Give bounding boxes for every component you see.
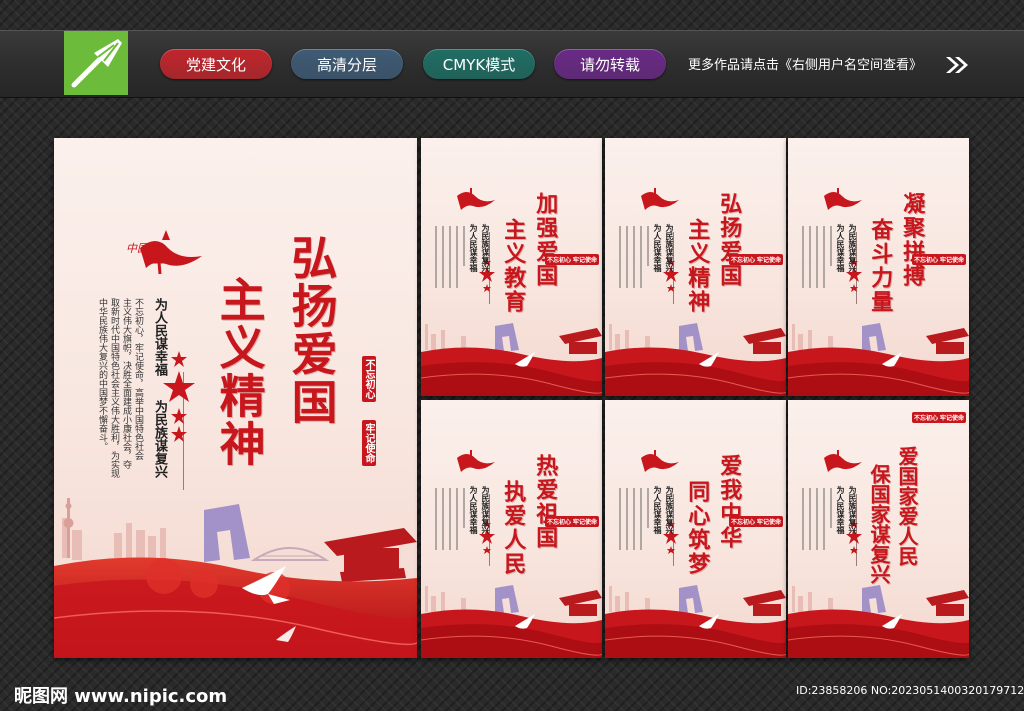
tag-pill-2[interactable]: CMYK模式 <box>423 49 535 79</box>
china-dream-logo <box>824 188 862 210</box>
seal-right: 牢记使命 <box>755 254 784 265</box>
tag-pill-0[interactable]: 党建文化 <box>160 49 272 79</box>
slogan-left: 为人民谋幸福 <box>653 224 663 272</box>
slogan-left: 为人民谋幸福 <box>469 224 479 272</box>
pavilion <box>559 590 602 616</box>
small-poster-2: 弘扬爱国 主义精神 为人民谋幸福 为民族谋复兴 不忘初心 牢记使命 <box>605 138 786 396</box>
seal-right: 牢记使命 <box>571 254 600 265</box>
body-text-lines <box>802 226 832 288</box>
landmark-building <box>495 323 519 352</box>
slogan-right: 为民族谋复兴 <box>848 486 858 534</box>
poster-title-line-1: 爱我中华 <box>716 454 743 550</box>
poster-title-line-2: 主义教育 <box>500 218 527 314</box>
pavilion <box>324 528 417 582</box>
landmark-building <box>495 585 519 614</box>
pavilion <box>743 328 786 354</box>
seal-right: 牢记使命 <box>938 412 967 423</box>
city-skyline <box>425 586 466 612</box>
slogan-right: 为民族谋复兴 <box>481 224 491 272</box>
slogan-left: 为人民谋幸福 <box>152 298 167 376</box>
seal-right: 牢记使命 <box>755 516 784 527</box>
seal-left: 不忘初心 <box>729 254 758 265</box>
main-title-line-2: 主义精神 <box>212 276 267 468</box>
landmark-building <box>204 504 250 562</box>
poster-title-line-1: 热爱祖国 <box>532 454 559 550</box>
poster-title-line-2: 同心筑梦 <box>684 480 711 576</box>
site-logo[interactable] <box>64 31 128 95</box>
seal-left: 不忘初心 <box>912 254 941 265</box>
city-skyline <box>609 586 650 612</box>
slogan-left: 为人民谋幸福 <box>469 486 479 534</box>
pavilion <box>926 328 969 354</box>
poster-title-line-1: 加强爱国 <box>532 192 559 288</box>
slogan-right: 为民族谋复兴 <box>665 224 675 272</box>
seal-right: 牢记使命 <box>362 420 376 466</box>
body-line-4: 中华民族伟大复兴的中国梦不懈奋斗。 <box>97 298 107 451</box>
body-line-1: 不忘初心，牢记使命，高举中国特色社会 <box>133 298 143 460</box>
body-text-lines <box>619 488 649 550</box>
tag-pill-3[interactable]: 请勿转载 <box>554 49 666 79</box>
slogan-right: 为民族谋复兴 <box>665 486 675 534</box>
small-poster-3: 凝聚拼搏 奋斗力量 为人民谋幸福 为民族谋复兴 不忘初心 牢记使命 <box>788 138 969 396</box>
city-skyline <box>609 324 650 350</box>
seal-right: 牢记使命 <box>571 516 600 527</box>
china-dream-logo <box>824 450 862 472</box>
stadium <box>250 547 330 561</box>
tag-pill-1[interactable]: 高清分层 <box>291 49 403 79</box>
seal-left: 不忘初心 <box>545 254 574 265</box>
body-text-lines <box>619 226 649 288</box>
city-skyline <box>425 324 466 350</box>
poster-title-line-2: 保国家谋复兴 <box>867 464 891 584</box>
nipic-watermark: 昵图网 www.nipic.com <box>14 686 228 707</box>
slogan-left: 为人民谋幸福 <box>653 486 663 534</box>
seal-left: 不忘初心 <box>362 356 376 402</box>
city-skyline <box>62 518 166 560</box>
slogan-right: 为民族谋复兴 <box>152 400 167 478</box>
slogan-left: 为人民谋幸福 <box>836 486 846 534</box>
china-dream-logo <box>641 450 679 472</box>
slogan-left: 为人民谋幸福 <box>836 224 846 272</box>
pen-nib-icon <box>71 39 122 88</box>
main-title-line-1: 弘扬爱国 <box>284 234 339 426</box>
landmark-building <box>862 585 886 614</box>
landmark-building <box>862 323 886 352</box>
slogan-right: 为民族谋复兴 <box>848 224 858 272</box>
seal-left: 不忘初心 <box>912 412 941 423</box>
body-text-lines <box>802 488 832 550</box>
china-dream-logo <box>457 450 495 472</box>
city-skyline <box>792 324 833 350</box>
seal-left: 不忘初心 <box>545 516 574 527</box>
double-chevron-right-icon[interactable] <box>944 55 970 75</box>
landmark-building <box>679 323 703 352</box>
pavilion <box>743 590 786 616</box>
poster-title-line-2: 执爱人民 <box>500 480 527 576</box>
poster-title-line-1: 凝聚拼搏 <box>899 192 926 288</box>
poster-title-line-1: 爱国家爱人民 <box>895 446 919 566</box>
body-line-2: 主义伟大旗帜，决胜全面建成小康社会，夺 <box>121 298 131 469</box>
poster-title-line-1: 弘扬爱国 <box>716 192 743 288</box>
pavilion <box>926 590 969 616</box>
slogan-right: 为民族谋复兴 <box>481 486 491 534</box>
seal-right: 牢记使命 <box>938 254 967 265</box>
logo-wordmark: 中国梦 <box>126 242 159 255</box>
small-poster-5: 爱我中华 同心筑梦 为人民谋幸福 为民族谋复兴 不忘初心 牢记使命 <box>605 400 786 658</box>
poster-title-line-2: 奋斗力量 <box>867 218 894 314</box>
seal-left: 不忘初心 <box>729 516 758 527</box>
small-poster-6: 爱国家爱人民 保国家谋复兴 为人民谋幸福 为民族谋复兴 不忘初心 牢记使命 <box>788 400 969 658</box>
china-dream-logo <box>641 188 679 210</box>
small-poster-1: 加强爱国 主义教育 为人民谋幸福 为民族谋复兴 不忘初心 牢记使命 <box>421 138 602 396</box>
body-text-lines <box>435 226 465 288</box>
landmark-building <box>679 585 703 614</box>
pavilion <box>559 328 602 354</box>
small-poster-4: 热爱祖国 执爱人民 为人民谋幸福 为民族谋复兴 不忘初心 牢记使命 <box>421 400 602 658</box>
china-dream-logo <box>457 188 495 210</box>
main-poster: 中国梦 弘扬爱国 主义精神 为人民谋幸福 为民族谋复兴 不忘初心，牢记使命，高举… <box>54 138 417 658</box>
body-text-lines <box>435 488 465 550</box>
image-id: ID:23858206 NO:20230514003201797121 <box>796 684 1024 697</box>
promo-link[interactable]: 更多作品请点击《右侧用户名空间查看》 <box>688 54 922 73</box>
poster-title-line-2: 主义精神 <box>684 218 711 314</box>
body-line-3: 取新时代中国特色社会主义伟大胜利，为实现 <box>109 298 119 478</box>
city-skyline <box>792 586 833 612</box>
